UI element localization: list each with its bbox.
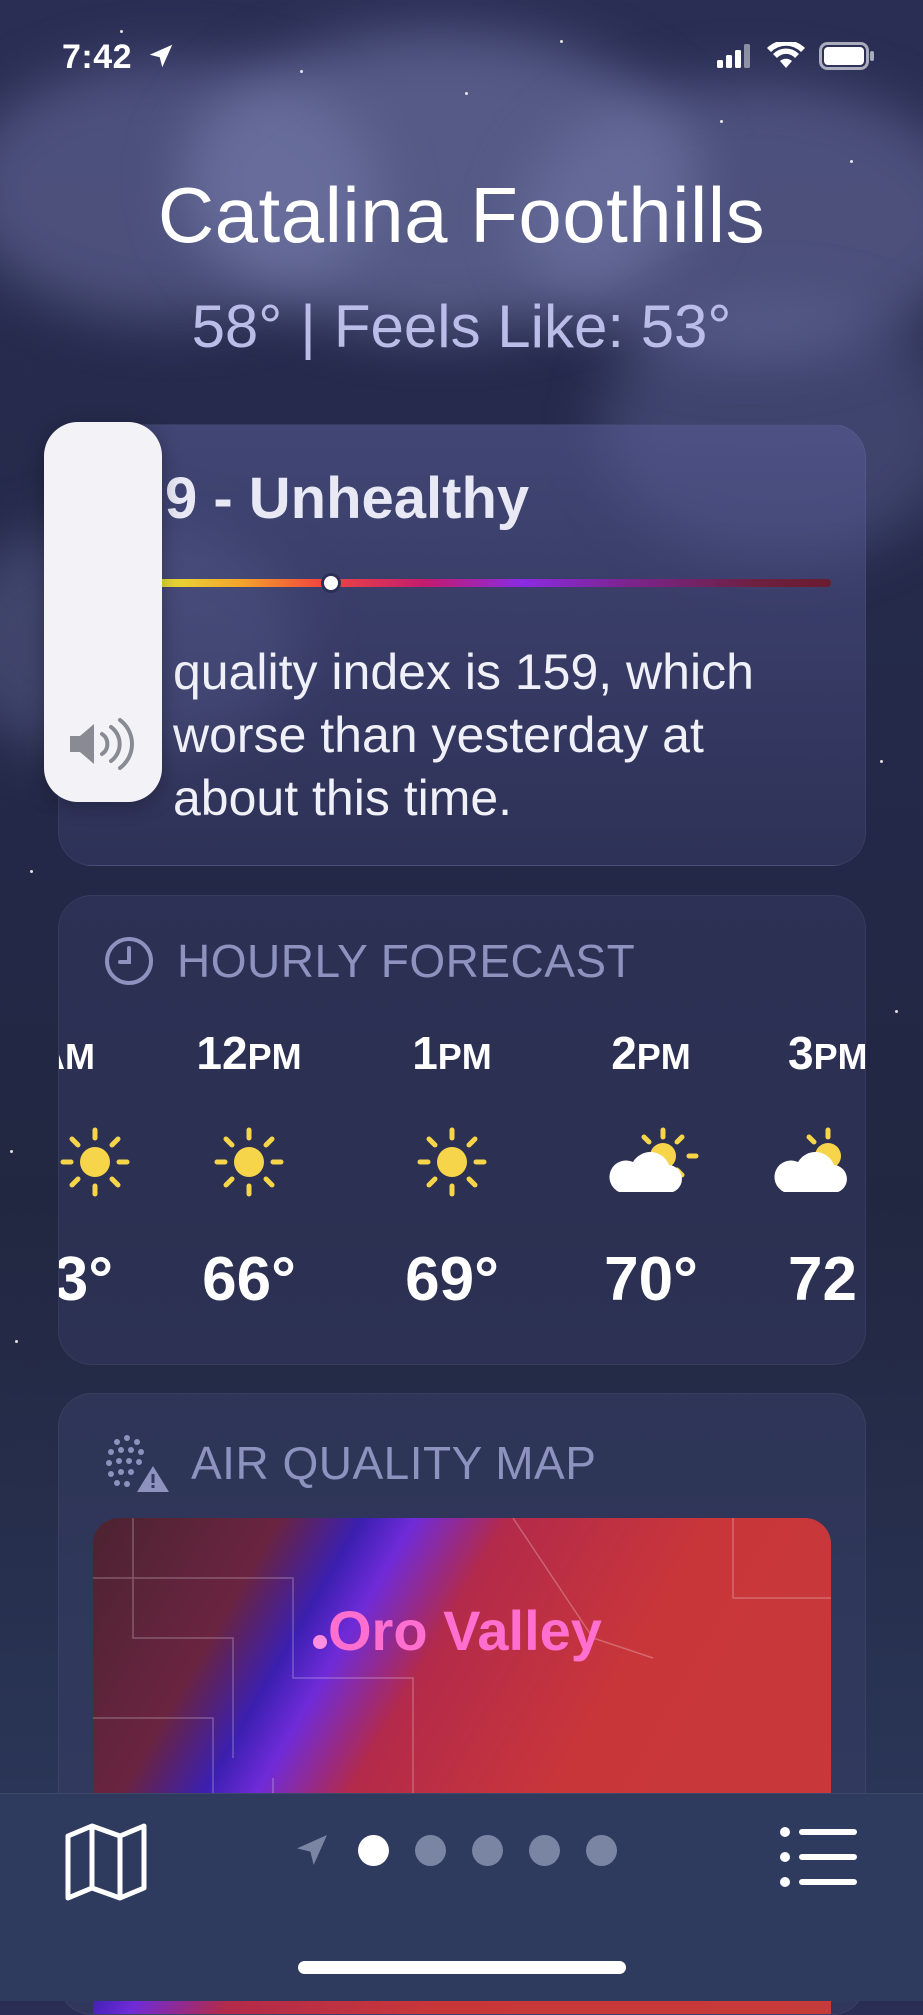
air-quality-map-heading: AIR QUALITY MAP	[103, 1432, 596, 1494]
partly-cloudy-icon	[601, 1124, 701, 1205]
page-dot[interactable]	[415, 1834, 446, 1866]
page-dot-active[interactable]	[358, 1834, 389, 1866]
sun-icon	[59, 1124, 133, 1205]
air-quality-map-heading-text: AIR QUALITY MAP	[191, 1437, 597, 1489]
aqi-description: quality index is 159, which worse than y…	[95, 641, 829, 830]
aqi-title-text: 9 - Unhealthy	[165, 466, 530, 531]
speaker-volume-icon	[70, 718, 134, 770]
aqi-title: 9 - Unhealthy	[165, 465, 529, 532]
feels-like: Feels Like: 53°	[333, 293, 732, 360]
cellular-signal-icon	[717, 44, 750, 68]
status-time-text: 7:42	[62, 38, 133, 76]
hour-temp: 72	[788, 1245, 857, 1314]
status-icons	[717, 42, 875, 70]
separator: |	[300, 293, 316, 360]
hourly-forecast-heading-text: HOURLY FORECAST	[177, 935, 636, 987]
map-icon	[65, 1823, 147, 1901]
clock-icon	[105, 937, 153, 985]
current-conditions: 58° | Feels Like: 53°	[0, 292, 923, 361]
hour-temp: 69°	[405, 1245, 499, 1314]
locations-list-button[interactable]	[779, 1826, 857, 1893]
aqi-level-marker	[320, 573, 341, 593]
partly-cloudy-icon	[766, 1124, 865, 1205]
battery-icon	[819, 42, 874, 70]
hour-time: AM	[59, 1036, 95, 1077]
list-icon	[780, 1827, 857, 1887]
hourly-forecast-heading: HOURLY FORECAST	[103, 934, 635, 988]
page-dot[interactable]	[472, 1834, 503, 1866]
hour-time: 12PM	[196, 1027, 302, 1079]
sun-icon	[414, 1124, 490, 1205]
city-name: Catalina Foothills	[157, 171, 766, 259]
hour-temp: 70°	[604, 1245, 698, 1314]
aqi-scale-bar	[95, 579, 831, 587]
page-indicator[interactable]	[292, 1830, 617, 1870]
home-indicator[interactable]	[298, 1961, 626, 1974]
page-dot[interactable]	[529, 1834, 560, 1866]
map-location-dot	[313, 1635, 327, 1649]
current-temperature: 58°	[191, 293, 283, 360]
sun-icon	[211, 1124, 287, 1205]
map-place-label: Oro Valley	[328, 1599, 602, 1662]
hour-time: 1PM	[412, 1027, 492, 1079]
status-time: 7:42	[62, 38, 176, 77]
location-arrow-icon	[297, 1835, 327, 1865]
page-dot[interactable]	[586, 1834, 617, 1866]
aqi-description-text: quality index is 159, which worse than y…	[173, 644, 754, 826]
hourly-forecast-card[interactable]: HOURLY FORECAST AM 3° 12PM 66° 1PM 69° 2…	[58, 895, 866, 1365]
hourly-forecast-list[interactable]: AM 3° 12PM 66° 1PM 69° 2PM 70°	[59, 1026, 865, 1346]
wifi-icon	[767, 42, 805, 68]
hour-temp: 3°	[58, 1245, 113, 1314]
air-quality-warning-icon	[106, 1435, 169, 1492]
bottom-tab-bar	[0, 1793, 923, 2001]
hour-temp: 66°	[202, 1245, 296, 1314]
hour-time: 2PM	[611, 1027, 691, 1079]
location-arrow-icon	[149, 44, 173, 68]
volume-hud[interactable]	[44, 422, 162, 802]
hour-time: 3PM	[788, 1027, 866, 1079]
air-quality-card[interactable]: 9 - Unhealthy quality index is 159, whic…	[58, 424, 866, 866]
map-button[interactable]	[64, 1822, 148, 1907]
